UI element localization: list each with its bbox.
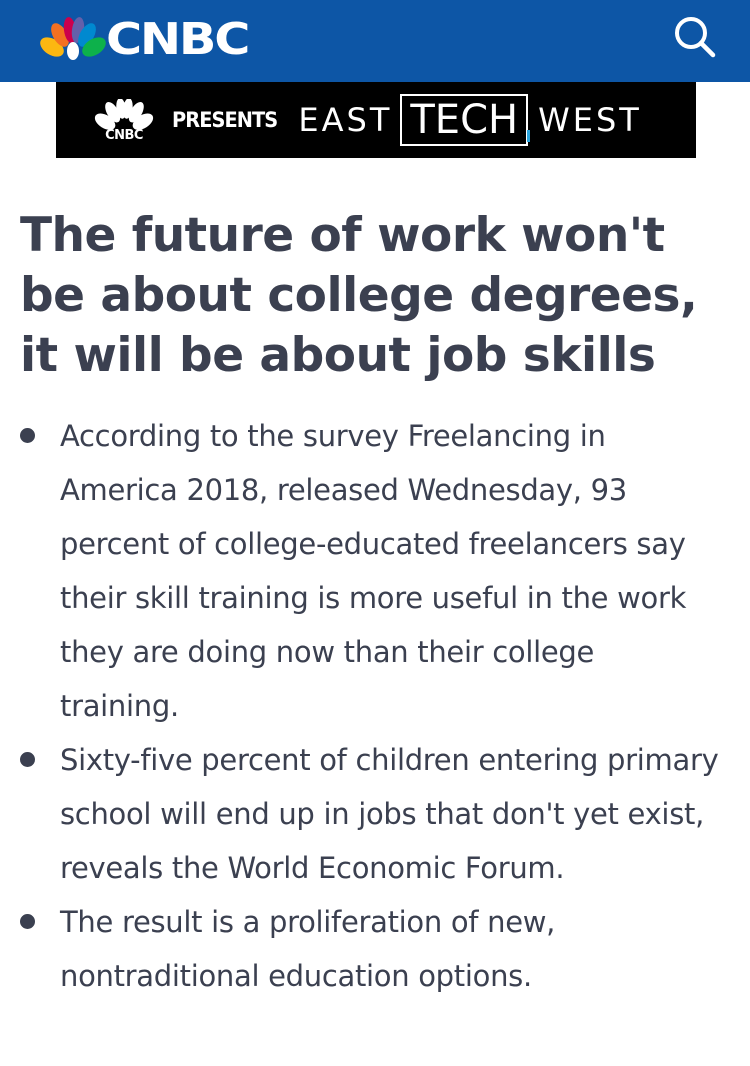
top-navigation-bar: CNBC	[0, 0, 750, 82]
banner-tech-text: TECH	[410, 97, 519, 143]
article-headline: The future of work won't be about colleg…	[20, 208, 698, 383]
banner-accent-mark	[527, 130, 531, 142]
banner-east-text: EAST	[298, 101, 393, 139]
key-point-item: According to the survey Freelancing in A…	[0, 409, 750, 733]
bullet-icon	[20, 428, 35, 443]
banner-cnbc-logo: CNBC	[90, 98, 158, 143]
key-points-list: According to the survey Freelancing in A…	[0, 409, 750, 1003]
bullet-icon	[20, 914, 35, 929]
bullet-icon	[20, 752, 35, 767]
banner-west-text: WEST	[538, 101, 642, 139]
key-point-item: Sixty-five percent of children entering …	[0, 733, 750, 895]
peacock-icon	[40, 17, 106, 60]
key-point-text: Sixty-five percent of children entering …	[60, 743, 719, 885]
banner-presents-text: PRESENTS	[172, 108, 278, 132]
search-button[interactable]	[672, 14, 718, 60]
cnbc-logo[interactable]: CNBC	[40, 14, 250, 66]
cnbc-wordmark: CNBC	[106, 14, 250, 65]
banner-tech-box: TECH	[400, 94, 531, 146]
key-point-text: According to the survey Freelancing in A…	[60, 419, 687, 723]
east-tech-west-banner[interactable]: CNBC PRESENTS EAST TECH WEST	[56, 82, 696, 158]
key-point-text: The result is a proliferation of new, no…	[60, 905, 556, 993]
key-point-item: The result is a proliferation of new, no…	[0, 895, 750, 1003]
search-icon	[675, 17, 716, 58]
banner-cnbc-wordmark: CNBC	[105, 127, 143, 143]
